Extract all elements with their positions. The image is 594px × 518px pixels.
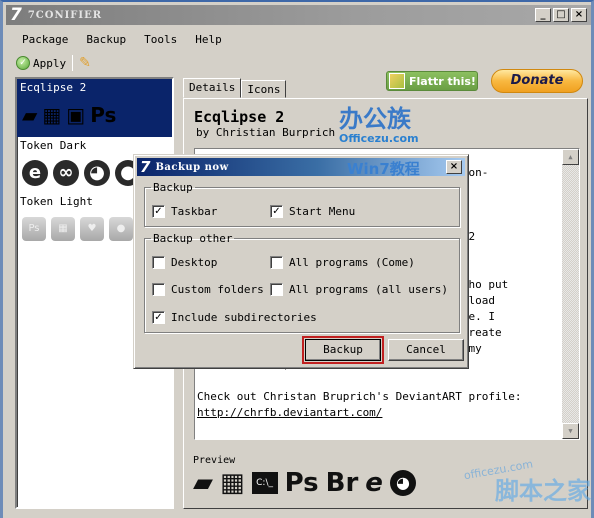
watermark-logo: 办公族 Officezu.com: [339, 106, 429, 152]
photoshop-icon: Ps: [22, 217, 46, 241]
watermark-text: 脚本之家: [495, 477, 591, 505]
checkbox[interactable]: [152, 283, 165, 296]
pencil-icon[interactable]: ✎: [79, 55, 91, 71]
firefox-icon: ◕: [389, 470, 416, 496]
checkbox-desktop[interactable]: Desktop: [152, 256, 217, 269]
app-icon: ●: [109, 217, 133, 241]
cancel-button[interactable]: Cancel: [388, 339, 464, 361]
window-title: 7CONIFIER: [27, 9, 102, 21]
theme-name: Token Dark: [20, 139, 87, 152]
watermark-url: Officezu.com: [339, 132, 419, 145]
flattr-label: Flattr this!: [409, 74, 476, 88]
dialog-title-bar: 7 Backup now Win7教程 ×: [137, 158, 465, 178]
ie-icon: e: [365, 468, 383, 498]
calculator-icon: ▦: [220, 468, 245, 498]
shield-icon: ♥: [80, 217, 104, 241]
calculator-icon: ▦: [42, 103, 62, 127]
checkbox-all-programs-come[interactable]: All programs (Come): [270, 256, 415, 269]
checkbox[interactable]: ✓: [152, 311, 165, 324]
apply-label: Apply: [33, 56, 67, 70]
calculator-icon: ▦: [51, 217, 75, 241]
tab-bar: Details Icons: [183, 78, 287, 98]
checkbox-custom-folders[interactable]: Custom folders: [152, 283, 264, 296]
scrollbar[interactable]: ▲ ▼: [562, 149, 579, 439]
maximize-button[interactable]: □: [553, 8, 569, 22]
description-line: [197, 373, 557, 389]
checkbox-label: All programs (Come): [289, 256, 415, 269]
ie-icon: e: [22, 160, 48, 186]
toolbar-separator: [72, 55, 74, 71]
folder-icon: ▰: [22, 103, 38, 127]
flattr-button[interactable]: Flattr this!: [386, 71, 478, 91]
watermark-bottom: officezu.com 脚本之家: [455, 457, 594, 518]
menu-package[interactable]: Package: [22, 33, 68, 46]
tab-icons[interactable]: Icons: [241, 80, 287, 98]
checkbox-all-programs-all-users[interactable]: All programs (all users): [270, 283, 448, 296]
checkbox-label: Taskbar: [171, 205, 218, 218]
watermark-text: Win7教程: [347, 160, 420, 178]
apply-button[interactable]: ✓ Apply: [16, 56, 66, 70]
theme-author: by Christian Burprich: [196, 126, 336, 139]
folder-icon: ▰: [193, 468, 213, 498]
checkbox-label: Include subdirectories: [171, 311, 317, 324]
preview-icons: ▰ ▦ C:\_ Ps Br e ◕: [193, 468, 416, 498]
main-window: 7 7CONIFIER _ □ × Package Backup Tools H…: [0, 0, 594, 518]
dialog-close-button[interactable]: ×: [446, 160, 462, 174]
flattr-icon: [389, 73, 405, 89]
checkbox-include-subdirectories[interactable]: ✓ Include subdirectories: [152, 311, 317, 324]
minimize-button[interactable]: _: [535, 8, 551, 22]
checkbox-taskbar[interactable]: ✓ Taskbar: [152, 205, 217, 218]
menu-tools[interactable]: Tools: [144, 33, 177, 46]
group-legend: Backup other: [153, 232, 233, 245]
description-line: Check out Christan Bruprich's DeviantART…: [197, 390, 522, 403]
photoshop-icon: Ps: [90, 103, 117, 127]
terminal-icon: ▣: [66, 103, 86, 127]
theme-title: Ecqlipse 2: [194, 108, 285, 126]
backup-dialog: 7 Backup now Win7教程 × Backup ✓ Taskbar ✓…: [133, 154, 469, 369]
checkbox[interactable]: [270, 256, 283, 269]
menu-backup[interactable]: Backup: [86, 33, 126, 46]
bridge-icon: Br: [325, 468, 359, 498]
theme-item-ecqlipse-2[interactable]: Ecqlipse 2 ▰ ▦ ▣ Ps: [17, 79, 172, 137]
photoshop-icon: Ps: [284, 468, 319, 498]
menu-help[interactable]: Help: [195, 33, 222, 46]
terminal-icon: C:\_: [251, 472, 278, 494]
checkbox[interactable]: ✓: [270, 205, 283, 218]
checkbox-label: Desktop: [171, 256, 218, 269]
checkbox[interactable]: [152, 256, 165, 269]
checkbox-label: All programs (all users): [289, 283, 448, 296]
scroll-down-icon[interactable]: ▼: [562, 423, 579, 439]
deviantart-link[interactable]: http://chrfb.deviantart.com/: [197, 406, 382, 419]
theme-name: Ecqlipse 2: [20, 81, 87, 94]
firefox-icon: ◕: [84, 160, 110, 186]
checkbox[interactable]: [270, 283, 283, 296]
title-bar: 7 7CONIFIER _ □ ×: [6, 5, 591, 25]
preview-label: Preview: [193, 455, 236, 466]
checkbox-label: Start Menu: [289, 205, 356, 218]
tab-details[interactable]: Details: [183, 78, 242, 98]
group-legend: Backup: [153, 181, 193, 194]
close-button[interactable]: ×: [571, 8, 587, 22]
infinity-icon: ∞: [53, 160, 79, 186]
app-logo-icon: 7: [10, 5, 22, 25]
checkbox-label: Custom folders: [171, 283, 264, 296]
app-logo-icon: 7: [140, 158, 151, 176]
checkbox-start-menu[interactable]: ✓ Start Menu: [270, 205, 355, 218]
checkbox[interactable]: ✓: [152, 205, 165, 218]
scroll-up-icon[interactable]: ▲: [562, 149, 579, 165]
dialog-title: Backup now: [155, 161, 229, 173]
checkmark-icon: ✓: [16, 56, 30, 70]
backup-button[interactable]: Backup: [302, 336, 384, 364]
backup-group: Backup: [144, 181, 460, 227]
donate-button[interactable]: Donate: [491, 69, 583, 93]
watermark-text: 办公族: [339, 105, 411, 133]
menu-bar: Package Backup Tools Help: [6, 29, 240, 49]
